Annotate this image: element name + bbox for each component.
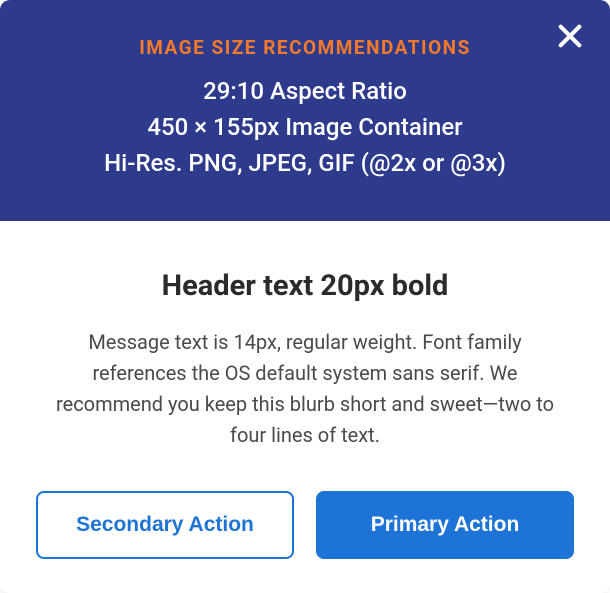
actions-row: Secondary Action Primary Action bbox=[36, 491, 574, 559]
secondary-action-label: Secondary Action bbox=[76, 513, 254, 537]
secondary-action-button[interactable]: Secondary Action bbox=[36, 491, 294, 559]
close-button[interactable] bbox=[552, 18, 588, 54]
message-text: Message text is 14px, regular weight. Fo… bbox=[36, 327, 574, 451]
modal-card: IMAGE SIZE RECOMMENDATIONS 29:10 Aspect … bbox=[0, 0, 610, 593]
banner-line-2: 450 × 155px Image Container bbox=[40, 109, 570, 145]
modal-body: Header text 20px bold Message text is 14… bbox=[0, 221, 610, 593]
primary-action-label: Primary Action bbox=[371, 513, 520, 537]
banner-line-1: 29:10 Aspect Ratio bbox=[40, 73, 570, 109]
primary-action-button[interactable]: Primary Action bbox=[316, 491, 574, 559]
header-text: Header text 20px bold bbox=[36, 269, 574, 303]
banner: IMAGE SIZE RECOMMENDATIONS 29:10 Aspect … bbox=[0, 0, 610, 221]
banner-line-3: Hi-Res. PNG, JPEG, GIF (@2x or @3x) bbox=[40, 145, 570, 181]
close-icon bbox=[556, 22, 584, 50]
banner-title: IMAGE SIZE RECOMMENDATIONS bbox=[40, 36, 570, 59]
